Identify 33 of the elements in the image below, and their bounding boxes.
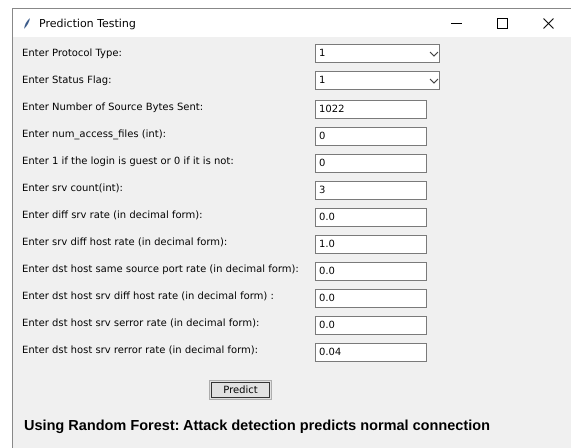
result-text: Using Random Forest: Attack detection predicts normal connection	[23, 417, 491, 434]
feather-icon	[23, 16, 31, 30]
input-field[interactable]: 0.0	[315, 316, 427, 334]
window-title: Prediction Testing	[39, 16, 137, 30]
input-field[interactable]: 0.0	[315, 262, 427, 280]
field-label: Enter 1 if the login is guest or 0 if it is not:	[22, 156, 235, 167]
input-field[interactable]: 1.0	[315, 234, 427, 254]
input-field[interactable]: 0.04	[315, 342, 427, 362]
input-field[interactable]: 0	[315, 126, 427, 146]
input-field[interactable]: 0	[315, 154, 427, 172]
field-label: Enter num_access_files (int):	[22, 129, 167, 140]
maximize-icon	[496, 18, 508, 28]
field-label: Enter Status Flag:	[22, 75, 112, 86]
field-label: Enter Protocol Type:	[22, 48, 123, 59]
minimize-icon	[450, 22, 462, 24]
input-field[interactable]: 3	[315, 180, 427, 200]
field-label: Enter srv diff host rate (in decimal form):	[22, 237, 228, 248]
input-field[interactable]: 1022	[315, 100, 427, 118]
input-field[interactable]: 0.0	[315, 288, 427, 308]
predict-button[interactable]: Predict	[209, 380, 272, 400]
chevron-icon	[429, 50, 439, 56]
dropdown[interactable]: 1	[315, 44, 440, 63]
field-label: Enter dst host same source port rate (in decimal form):	[22, 264, 300, 275]
field-label: Enter dst host srv serror rate (in decimal form):	[22, 318, 260, 329]
field-label: Enter dst host srv diff host rate (in decimal form) :	[22, 291, 275, 302]
field-label: Enter Number of Source Bytes Sent:	[22, 102, 204, 113]
close-icon	[542, 18, 554, 28]
input-field[interactable]: 0.0	[315, 208, 427, 226]
chevron-icon	[429, 78, 439, 84]
dropdown[interactable]: 1	[315, 71, 440, 90]
field-label: Enter dst host srv rerror rate (in decimal form):	[22, 345, 260, 356]
field-label: Enter diff srv rate (in decimal form):	[22, 210, 204, 221]
field-label: Enter srv count(int):	[22, 183, 124, 194]
